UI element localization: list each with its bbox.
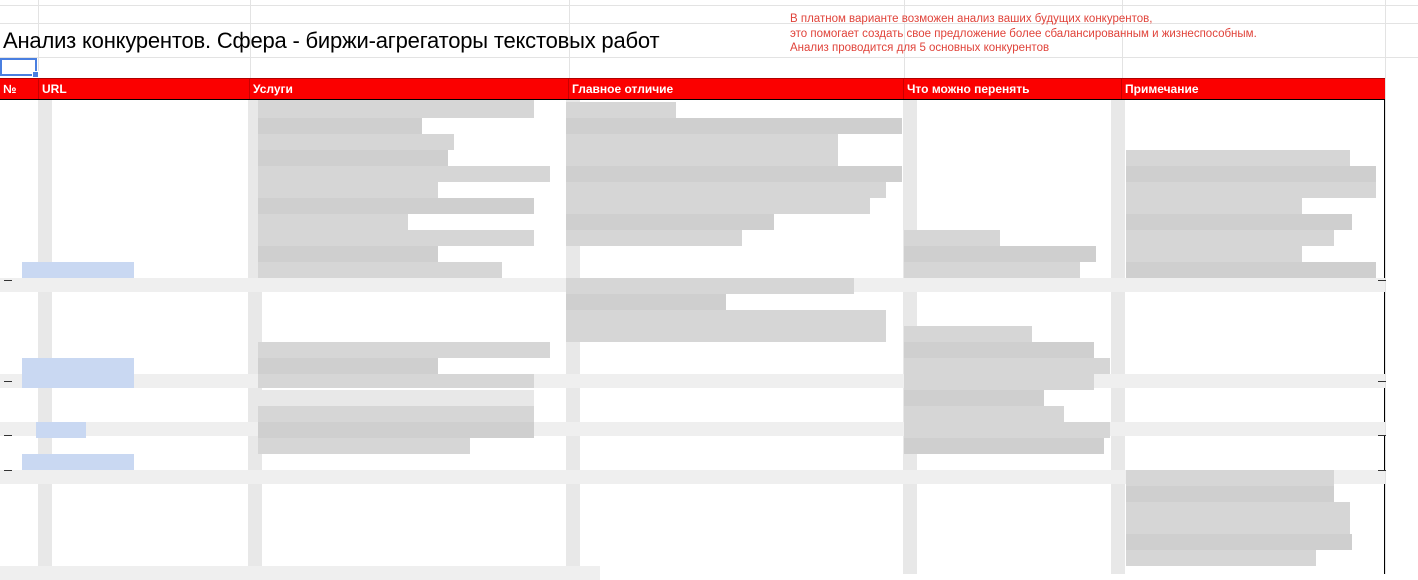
column-band — [1111, 100, 1125, 574]
sheet-title[interactable]: Анализ конкурентов. Сфера - биржи-агрега… — [3, 28, 660, 54]
redacted-text — [1126, 534, 1352, 550]
redacted-text — [258, 438, 470, 454]
column-header-adoptable[interactable]: Что можно перенять — [904, 79, 1122, 99]
spreadsheet: Анализ конкурентов. Сфера - биржи-агрега… — [0, 0, 1418, 580]
redacted-text — [258, 198, 534, 214]
redacted-text — [566, 102, 676, 118]
note-line: Анализ проводится для 5 основных конкуре… — [790, 42, 1050, 54]
grid-tick — [4, 435, 12, 436]
row-separator — [0, 374, 1385, 388]
column-band — [38, 100, 52, 574]
redacted-text — [1126, 166, 1376, 182]
url-link[interactable] — [36, 422, 86, 438]
column-header-services[interactable]: Услуги — [250, 79, 569, 99]
info-note[interactable]: В платном варианте возможен анализ ваших… — [790, 12, 1257, 56]
grid-tick — [4, 381, 12, 382]
redacted-text — [258, 166, 550, 182]
row-separator — [0, 422, 1385, 436]
note-line: В платном варианте возможен анализ ваших… — [790, 13, 1153, 25]
redacted-text — [258, 342, 550, 358]
redacted-text — [1126, 486, 1334, 502]
redacted-text — [1126, 182, 1376, 198]
note-line: это помогает создать свое предложение бо… — [790, 27, 1257, 40]
redacted-text — [566, 310, 886, 326]
redacted-text — [566, 230, 742, 246]
redacted-text — [258, 134, 454, 150]
redacted-text — [566, 294, 726, 310]
redacted-text — [258, 118, 422, 134]
redacted-text — [258, 246, 438, 262]
redacted-text — [566, 150, 838, 166]
column-header-number[interactable]: № — [0, 79, 39, 99]
grid-tick — [1378, 435, 1386, 436]
column-header-main-difference[interactable]: Главное отличие — [569, 79, 904, 99]
redacted-text — [904, 406, 1064, 422]
table-body[interactable] — [0, 100, 1386, 580]
redacted-text — [904, 246, 1096, 262]
redacted-text — [1126, 518, 1350, 534]
grid-tick — [1378, 280, 1386, 281]
url-link[interactable] — [22, 454, 134, 470]
redacted-text — [1126, 262, 1376, 278]
redacted-text — [258, 390, 534, 406]
grid-tick — [1378, 381, 1386, 382]
redacted-text — [258, 262, 502, 278]
grid-line — [0, 57, 1418, 58]
redacted-text — [904, 438, 1104, 454]
grid-tick — [4, 470, 12, 471]
column-header-notes[interactable]: Примечание — [1122, 79, 1385, 99]
grid-tick — [1378, 470, 1386, 471]
grid-line — [0, 5, 1418, 6]
redacted-text — [258, 182, 438, 198]
redacted-text — [566, 166, 902, 182]
redacted-text — [566, 118, 902, 134]
redacted-text — [1126, 502, 1350, 518]
url-link[interactable] — [22, 358, 134, 388]
redacted-text — [258, 230, 534, 246]
table-header-row: № URL Услуги Главное отличие Что можно п… — [0, 78, 1385, 100]
redacted-text — [904, 230, 1000, 246]
redacted-text — [566, 134, 838, 150]
redacted-text — [1126, 230, 1334, 246]
redacted-text — [1126, 150, 1350, 166]
redacted-text — [258, 358, 438, 374]
redacted-text — [566, 278, 854, 294]
selected-cell[interactable] — [0, 58, 39, 78]
redacted-text — [258, 374, 534, 388]
redacted-text — [1126, 470, 1334, 486]
redacted-text — [566, 326, 886, 342]
redacted-text — [1126, 246, 1302, 262]
redacted-text — [904, 422, 1110, 438]
redacted-text — [904, 342, 1094, 358]
column-header-url[interactable]: URL — [39, 79, 250, 99]
redacted-text — [1126, 214, 1352, 230]
redacted-text — [904, 390, 1044, 406]
row-separator — [0, 566, 600, 580]
grid-tick — [4, 280, 12, 281]
grid-line — [1385, 0, 1386, 574]
redacted-text — [904, 358, 1110, 374]
redacted-text — [1126, 198, 1302, 214]
url-link[interactable] — [22, 262, 134, 278]
redacted-text — [258, 406, 534, 422]
redacted-text — [566, 198, 870, 214]
redacted-text — [1126, 550, 1316, 566]
redacted-text — [258, 214, 408, 230]
redacted-text — [904, 262, 1080, 278]
redacted-text — [904, 374, 1094, 390]
redacted-text — [258, 150, 448, 166]
redacted-text — [904, 326, 1032, 342]
redacted-text — [258, 422, 534, 438]
redacted-text — [566, 214, 774, 230]
redacted-text — [566, 182, 886, 198]
redacted-text — [258, 100, 534, 118]
